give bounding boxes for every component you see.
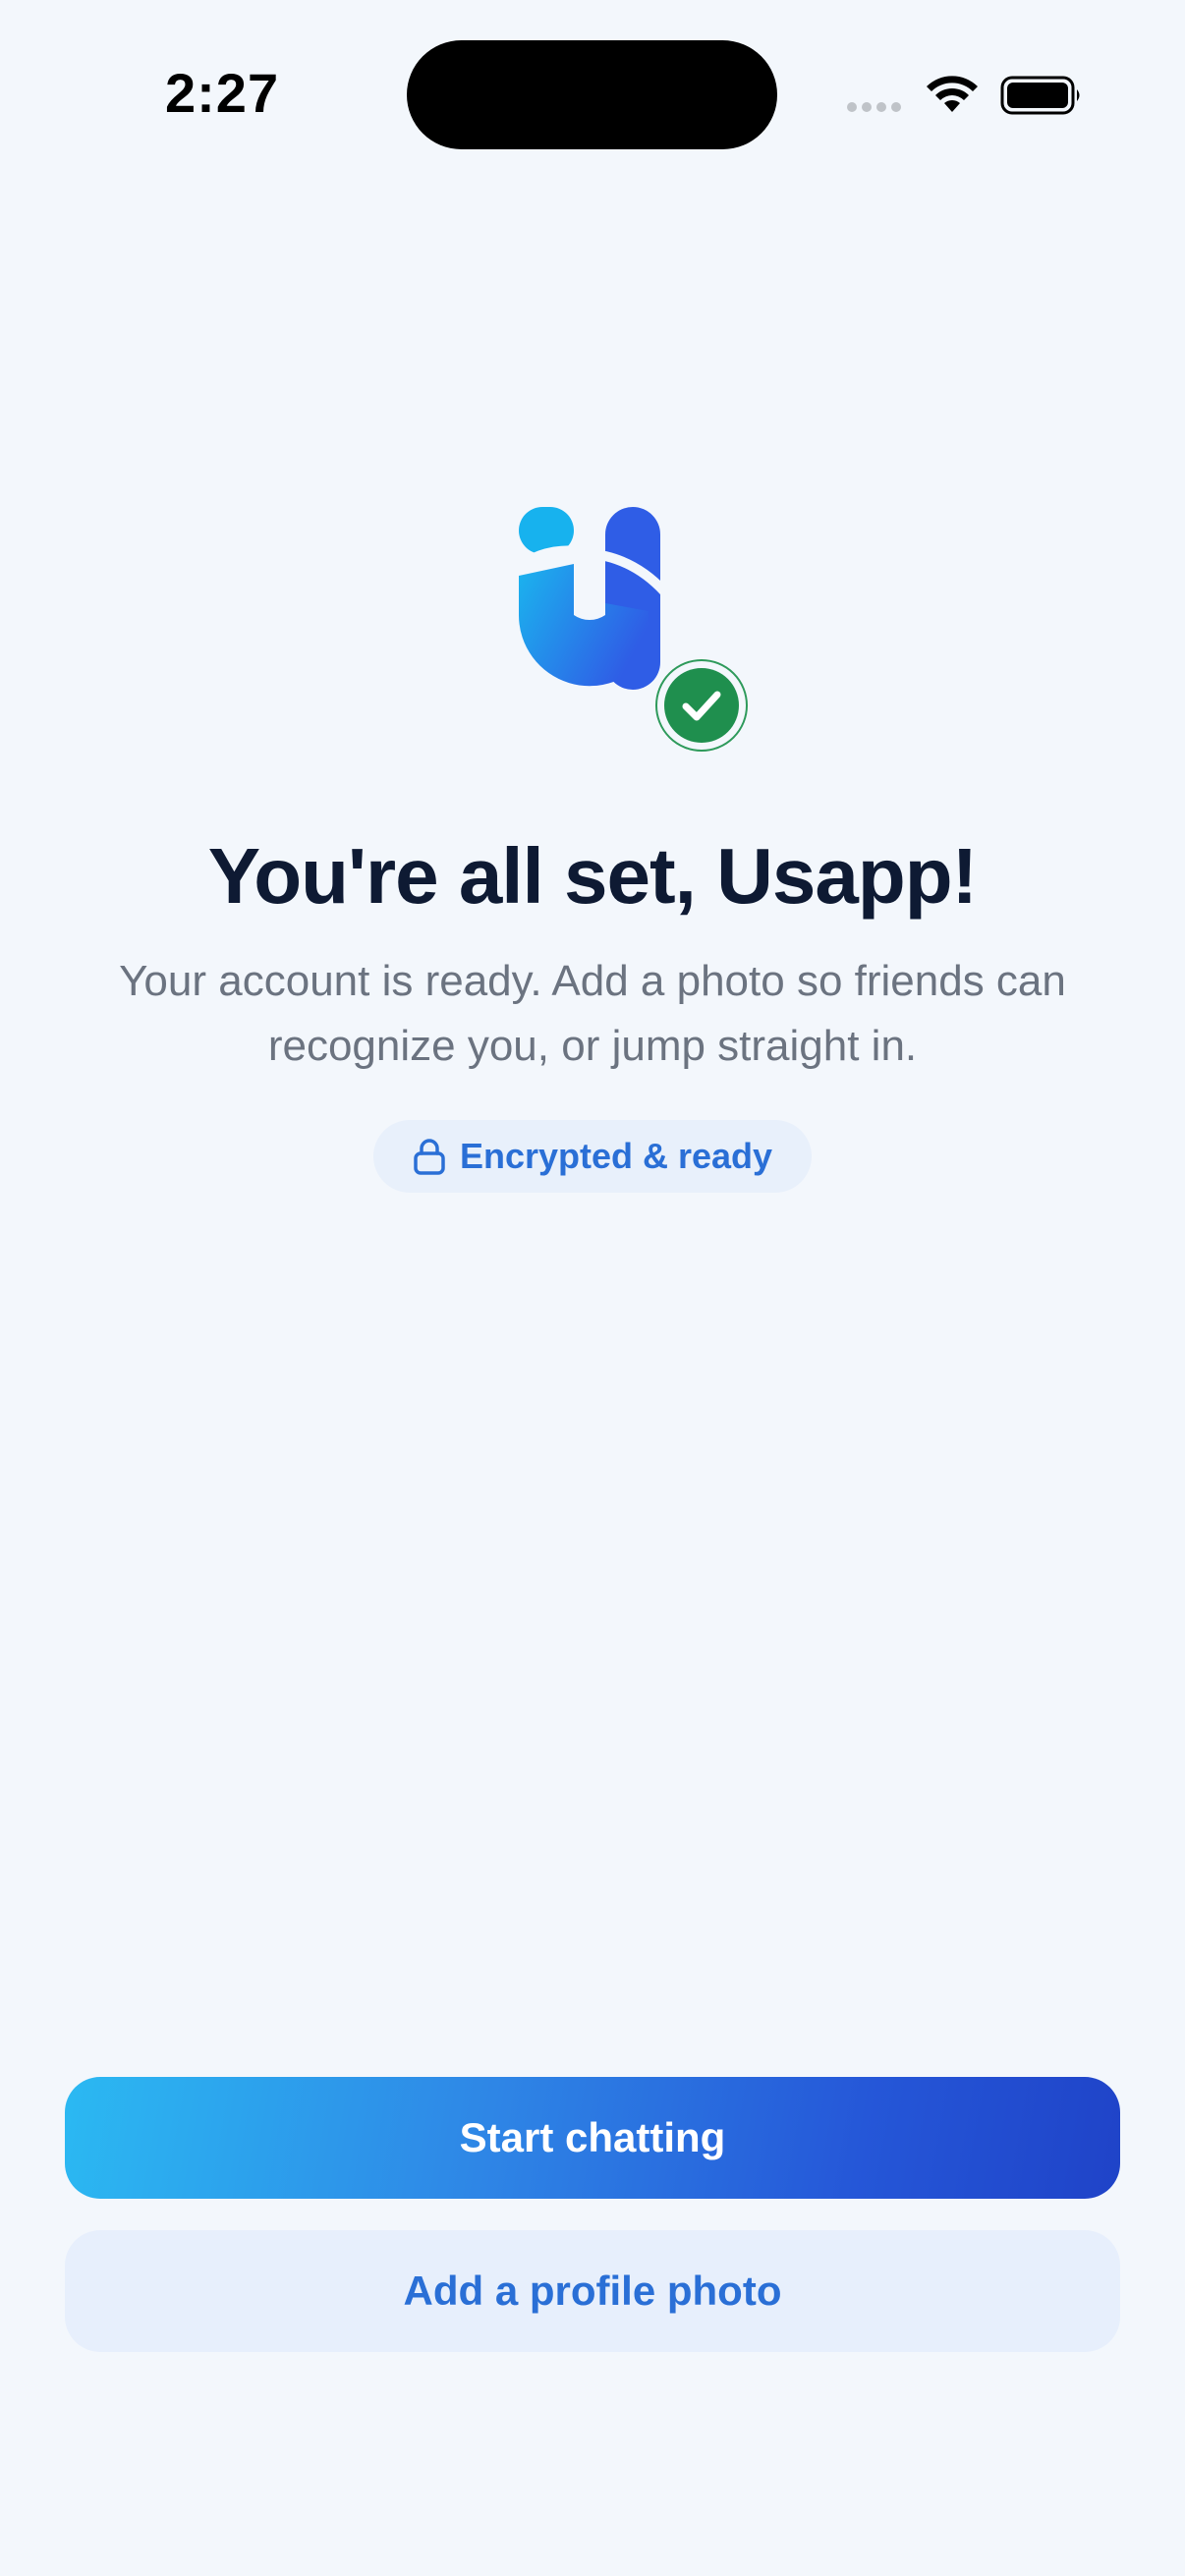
battery-icon (1000, 76, 1080, 115)
start-chatting-button[interactable]: Start chatting (65, 2077, 1120, 2199)
page-title: You're all set, Usapp! (207, 832, 978, 920)
usapp-logo (511, 501, 757, 756)
add-profile-photo-button[interactable]: Add a profile photo (65, 2230, 1120, 2352)
checkmark-icon (655, 659, 748, 752)
cellular-signal-icon (847, 102, 901, 112)
lock-icon (414, 1139, 445, 1175)
subtitle-line-1: Your account is ready. Add a photo so fr… (119, 957, 1066, 1005)
wifi-icon (927, 76, 978, 112)
page-subtitle: Your account is ready. Add a photo so fr… (59, 949, 1126, 1079)
encryption-status-badge: Encrypted & ready (373, 1120, 812, 1193)
dynamic-island (407, 40, 777, 149)
status-bar: 2:27 (0, 0, 1185, 196)
subtitle-line-2: recognize you, or jump straight in. (267, 1022, 918, 1070)
status-time: 2:27 (165, 62, 280, 124)
encryption-status-label: Encrypted & ready (459, 1136, 773, 1176)
